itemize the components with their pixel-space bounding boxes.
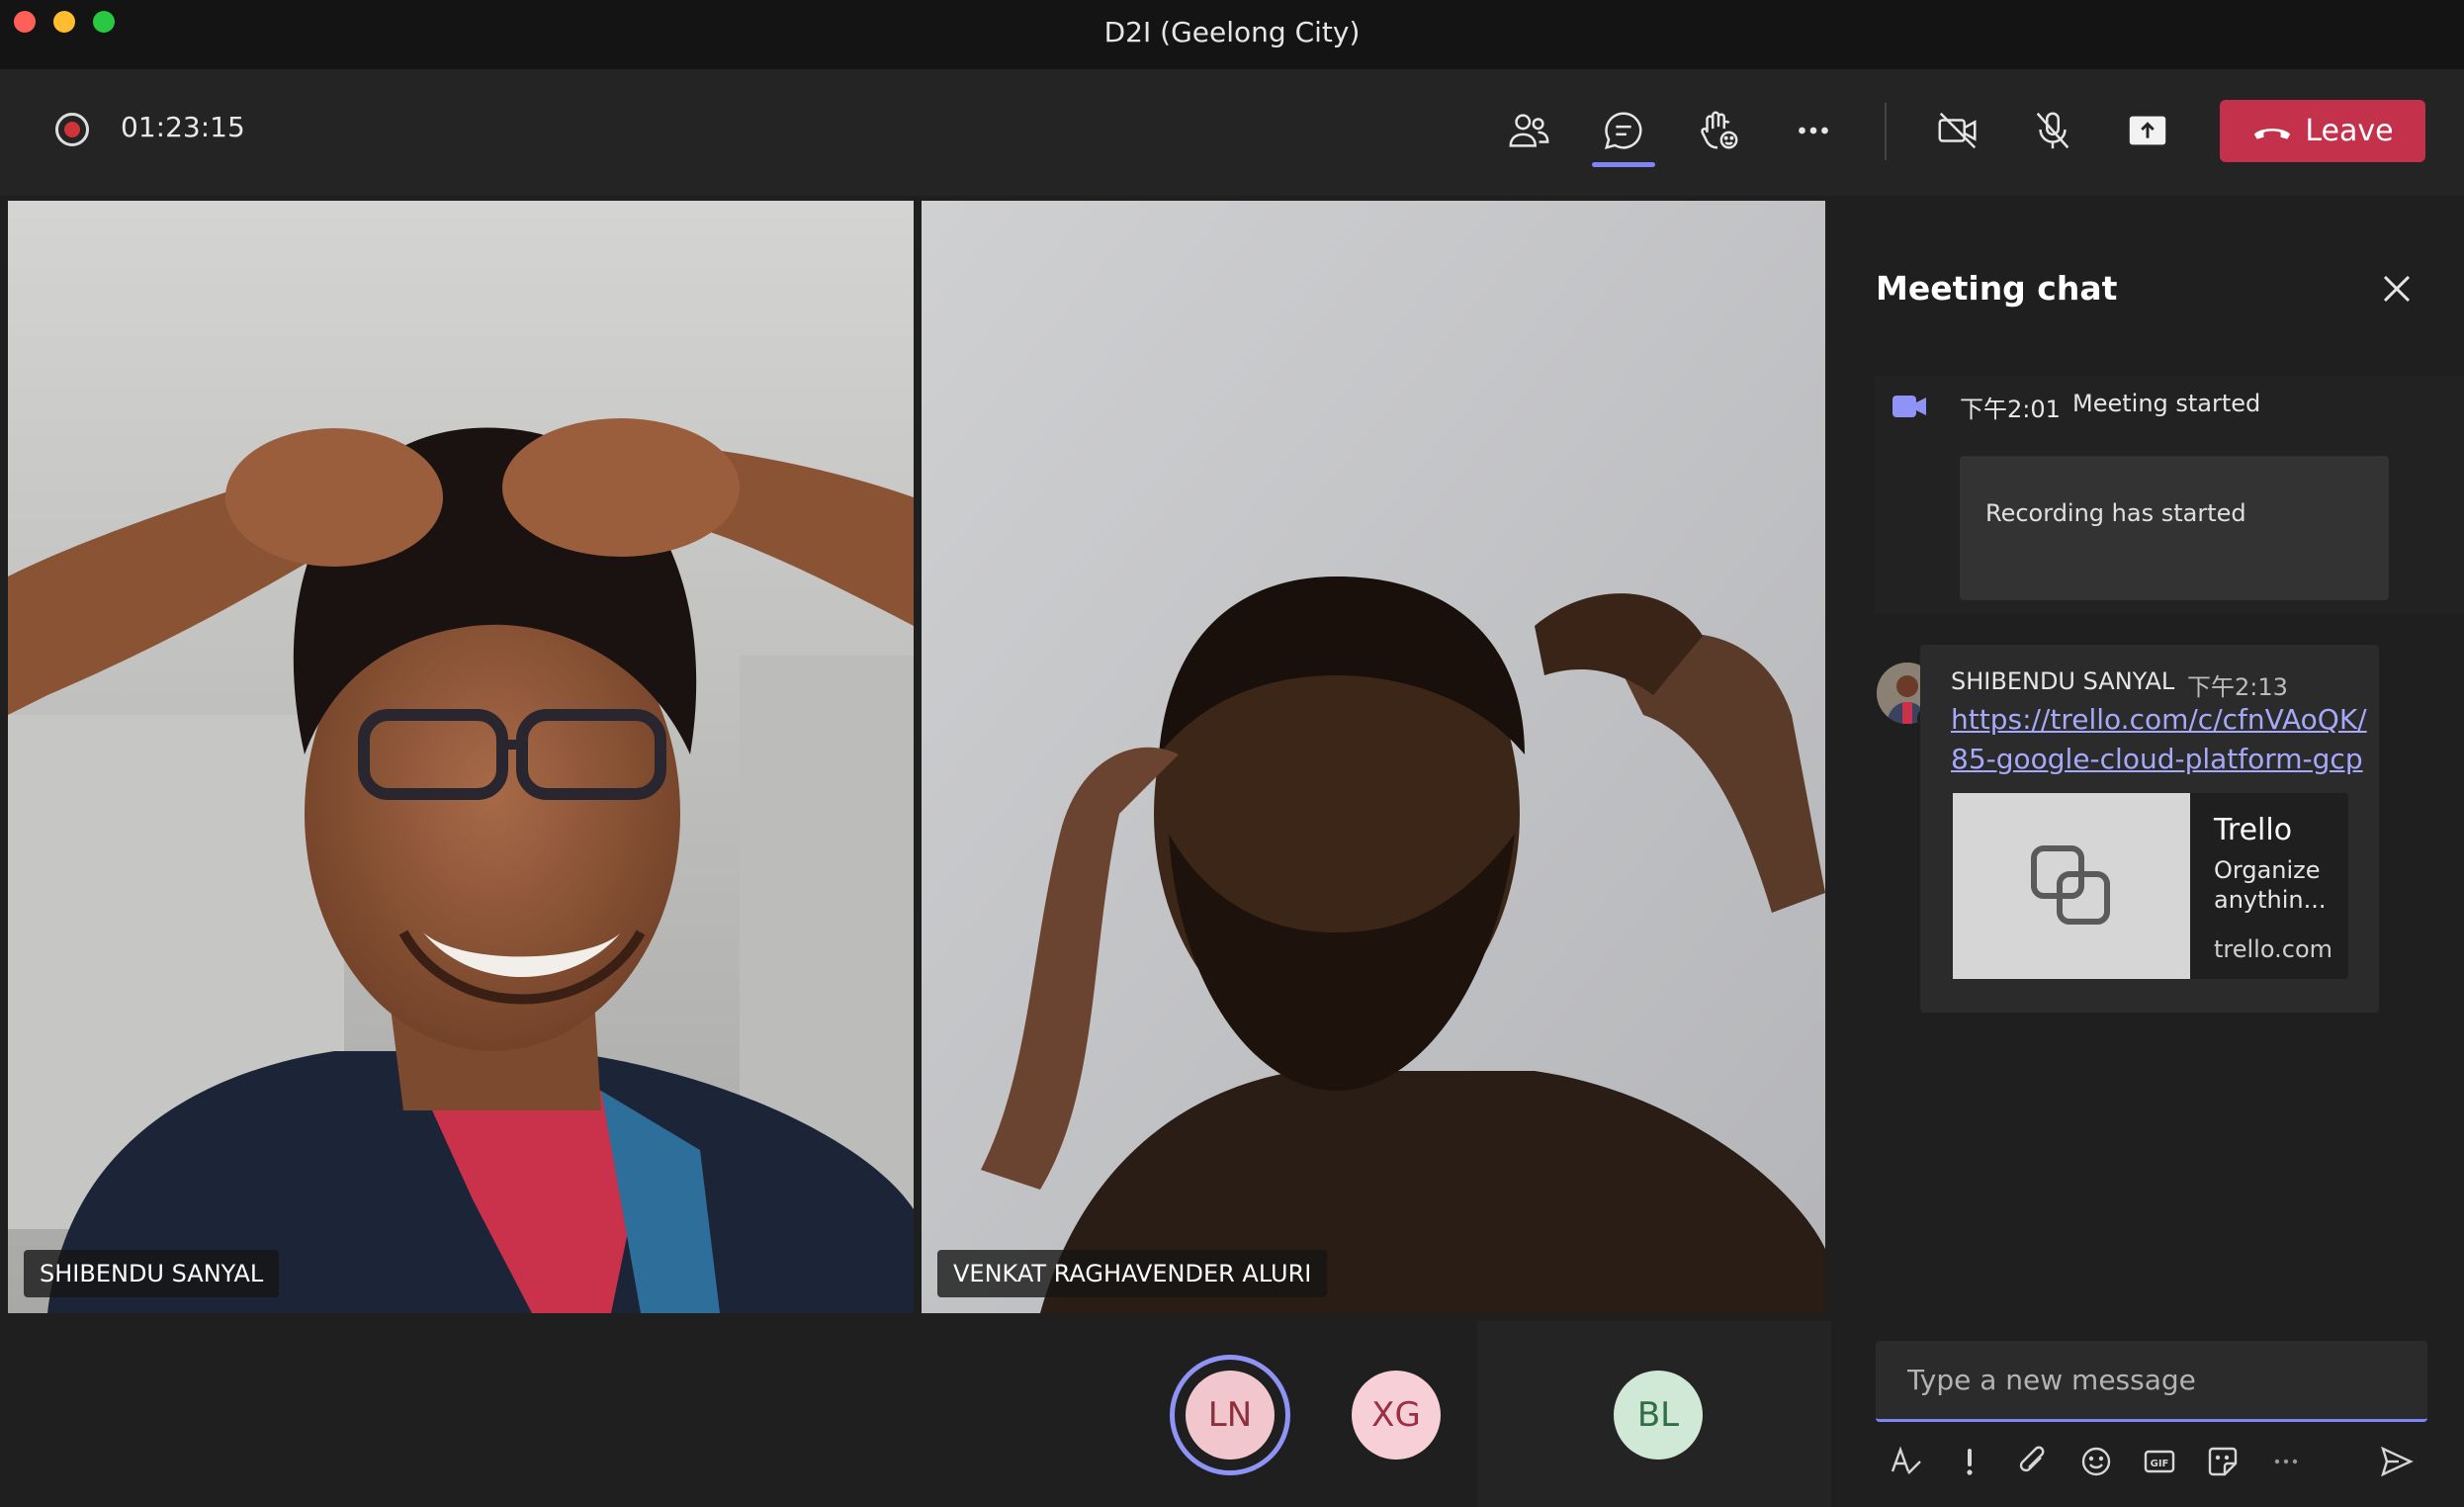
share-screen-icon[interactable] <box>2116 99 2179 162</box>
meeting-video-icon <box>1891 388 1928 429</box>
attach-icon[interactable] <box>2011 1440 2055 1483</box>
link-preview-domain: trello.com <box>2214 935 2332 963</box>
more-compose-options-icon[interactable] <box>2264 1440 2308 1483</box>
recording-notice-card: Recording has started <box>1960 456 2389 600</box>
window-title: D2I (Geelong City) <box>1103 16 1361 48</box>
important-icon[interactable] <box>1948 1440 1991 1483</box>
participant-video-image <box>8 201 914 1313</box>
participant-avatar-ln[interactable]: LN <box>1186 1371 1275 1460</box>
link-icon <box>2031 845 2110 925</box>
message-link-line-2[interactable]: 85-google-cloud-platform-gcp <box>1951 740 2363 779</box>
format-icon[interactable] <box>1885 1440 1928 1483</box>
raise-hand-icon[interactable] <box>1687 99 1750 162</box>
video-name-label: SHIBENDU SANYAL <box>24 1250 280 1297</box>
link-preview-desc-2: anythin... <box>2214 886 2327 914</box>
link-preview-thumbnail <box>1953 793 2190 979</box>
video-tile-venkat[interactable]: VENKAT RAGHAVENDER ALURI <box>922 201 1825 1313</box>
meeting-toolbar <box>0 69 2464 196</box>
link-preview-card[interactable]: Trello Organize anythin... trello.com <box>1953 793 2348 979</box>
toolbar-divider <box>1885 103 1887 160</box>
send-icon[interactable] <box>2375 1440 2419 1483</box>
svg-text:GIF: GIF <box>2151 1459 2169 1469</box>
recording-indicator-icon <box>55 113 89 146</box>
meeting-timer: 01:23:15 <box>121 111 245 143</box>
sticker-icon[interactable] <box>2201 1440 2244 1483</box>
video-name-label: VENKAT RAGHAVENDER ALURI <box>937 1250 1328 1297</box>
avatar-initials: XG <box>1371 1395 1421 1435</box>
avatar-initials: LN <box>1207 1395 1253 1435</box>
mic-off-icon[interactable] <box>2021 99 2084 162</box>
avatar-initials: BL <box>1636 1395 1680 1435</box>
more-options-icon[interactable] <box>1782 99 1845 162</box>
recording-notice-text: Recording has started <box>1985 499 2246 527</box>
camera-off-icon[interactable] <box>1926 99 1989 162</box>
chat-icon[interactable] <box>1592 99 1655 162</box>
message-link-line-1[interactable]: https://trello.com/c/cfnVAoQK/ <box>1951 700 2367 740</box>
participant-avatar-xg[interactable]: XG <box>1352 1371 1441 1460</box>
message-input-box[interactable] <box>1876 1341 2427 1422</box>
participant-video-image <box>922 201 1825 1313</box>
leave-label: Leave <box>2305 114 2394 148</box>
participant-avatar-bl[interactable]: BL <box>1614 1371 1703 1460</box>
link-preview-title: Trello <box>2214 813 2293 847</box>
chat-active-indicator <box>1592 162 1655 167</box>
emoji-icon[interactable] <box>2074 1440 2118 1483</box>
close-chat-icon[interactable] <box>2377 269 2417 309</box>
system-message-time: 下午2:01 <box>1960 396 2061 423</box>
message-time: 下午2:13 <box>2187 673 2288 701</box>
message-input[interactable] <box>1876 1341 2427 1419</box>
leave-button[interactable]: Leave <box>2220 100 2425 162</box>
gif-icon[interactable]: GIF <box>2138 1440 2181 1483</box>
chat-title: Meeting chat <box>1876 269 2118 308</box>
message-sender: SHIBENDU SANYAL <box>1951 667 2175 695</box>
link-preview-desc-1: Organize <box>2214 856 2321 884</box>
system-message-text: Meeting started <box>2072 390 2261 417</box>
video-tile-shibendu[interactable]: SHIBENDU SANYAL <box>8 201 914 1313</box>
hang-up-icon <box>2254 128 2291 139</box>
participants-icon[interactable] <box>1497 99 1560 162</box>
